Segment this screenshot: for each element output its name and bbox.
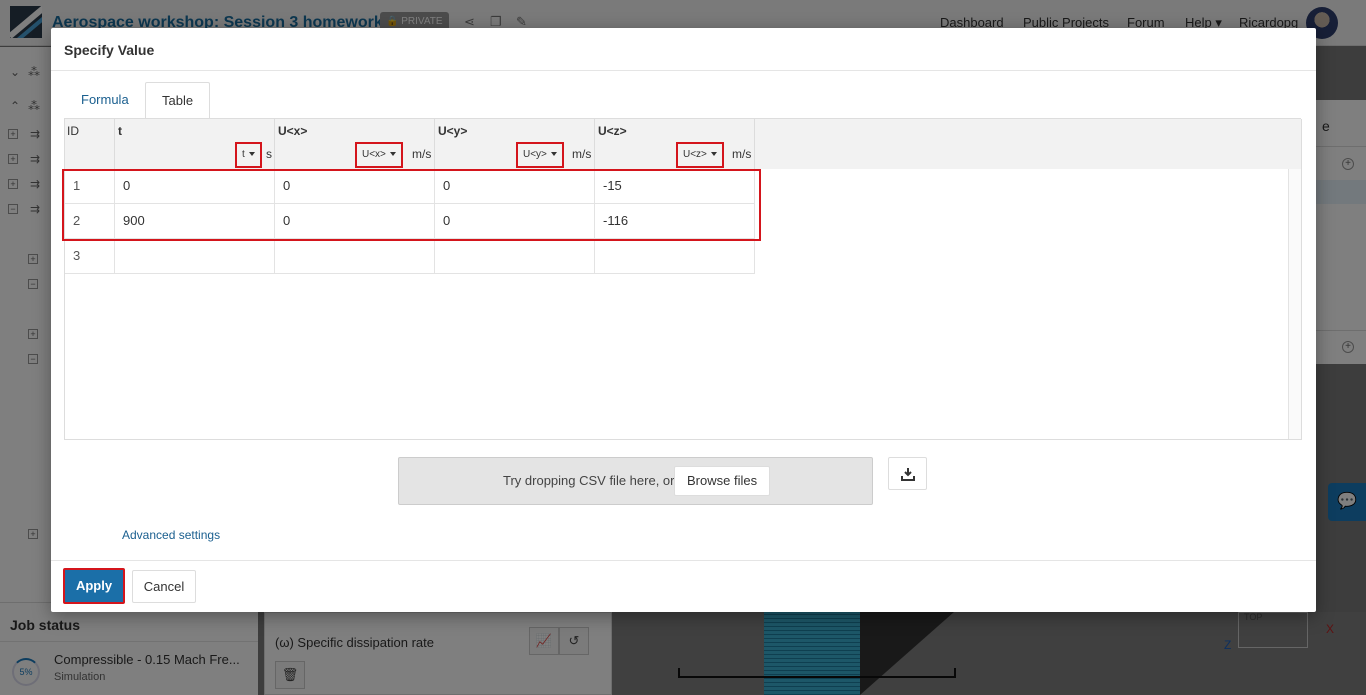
unit-select-ux[interactable]: U<x>: [355, 142, 403, 168]
cancel-button[interactable]: Cancel: [132, 570, 196, 603]
table-cell-t[interactable]: [115, 239, 275, 274]
table-scrollbar[interactable]: [1288, 169, 1301, 439]
column-name: ID: [67, 124, 79, 138]
column-header-ux: U<x> U<x> m/s: [275, 119, 435, 169]
row-id-cell[interactable]: 3: [65, 239, 115, 274]
table-cell-uy[interactable]: [435, 239, 595, 274]
unit-label: m/s: [732, 147, 752, 161]
dropzone-text: Try dropping CSV file here, or: [503, 473, 675, 488]
unit-label: s: [266, 147, 272, 161]
unit-select-value: t: [242, 149, 245, 160]
csv-dropzone[interactable]: Try dropping CSV file here, or Browse fi…: [398, 457, 873, 505]
dialog-header: Specify Value: [51, 28, 1316, 71]
column-header-t: t t s: [115, 119, 275, 169]
unit-select-uz[interactable]: U<z>: [676, 142, 724, 168]
apply-button[interactable]: Apply: [63, 568, 125, 604]
column-name: t: [118, 124, 122, 138]
chevron-down-icon: [710, 152, 717, 157]
column-header-id: ID: [65, 119, 115, 169]
table-cell-uz[interactable]: [595, 239, 755, 274]
unit-select-value: U<z>: [683, 149, 707, 160]
unit-select-value: U<y>: [523, 149, 547, 160]
column-name: U<z>: [598, 124, 627, 138]
value-table: ID t t s U<x> U<x> m/s U<y> U<y> m/s U<z…: [64, 119, 1302, 440]
chevron-down-icon: [389, 152, 396, 157]
specify-value-dialog: Specify Value Formula Table ID t t s U<x…: [51, 28, 1316, 612]
advanced-settings-link[interactable]: Advanced settings: [122, 528, 220, 542]
tab-table[interactable]: Table: [145, 82, 211, 119]
tab-formula[interactable]: Formula: [65, 82, 145, 119]
column-header-uz: U<z> U<z> m/s: [595, 119, 755, 169]
column-name: U<x>: [278, 124, 308, 138]
unit-label: m/s: [412, 147, 432, 161]
rows-highlight-annotation: [62, 169, 761, 241]
dialog-title: Specify Value: [64, 42, 155, 58]
column-name: U<y>: [438, 124, 468, 138]
unit-select-uy[interactable]: U<y>: [516, 142, 564, 168]
column-header-uy: U<y> U<y> m/s: [435, 119, 595, 169]
download-icon: [901, 468, 915, 481]
unit-select-t[interactable]: t: [235, 142, 262, 168]
chevron-down-icon: [248, 152, 255, 157]
dialog-footer: Apply Cancel: [51, 560, 1316, 612]
browse-files-button[interactable]: Browse files: [674, 466, 771, 496]
chevron-down-icon: [550, 152, 557, 157]
download-csv-button[interactable]: [888, 457, 927, 490]
table-cell-ux[interactable]: [275, 239, 435, 274]
unit-select-value: U<x>: [362, 149, 386, 160]
unit-label: m/s: [572, 147, 592, 161]
